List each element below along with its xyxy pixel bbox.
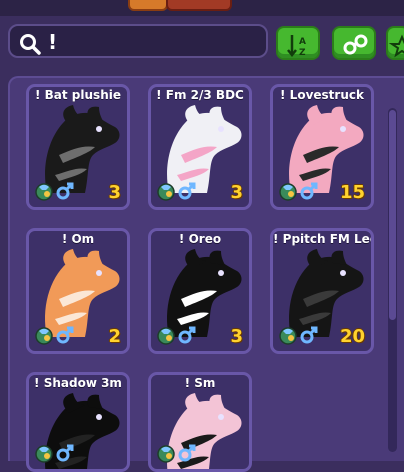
- star-icon: [388, 34, 404, 58]
- ride-potion-icon: [157, 327, 175, 345]
- male-gender-icon: [300, 182, 318, 200]
- pet-name: ! Fm 2/3 BDC: [156, 88, 244, 102]
- male-gender-icon: [300, 326, 318, 344]
- pet-card[interactable]: ! Oreo 3: [148, 228, 252, 354]
- link-button[interactable]: [332, 26, 376, 60]
- search-query: !: [48, 30, 58, 54]
- pet-name: ! Oreo: [178, 232, 222, 246]
- top-tab[interactable]: [128, 0, 168, 11]
- link-icon: [343, 34, 368, 55]
- pet-card[interactable]: ! Om 2: [26, 228, 130, 354]
- sort-button[interactable]: A Z: [276, 26, 320, 60]
- sort-az-icon: A Z: [287, 35, 306, 58]
- male-gender-icon: [178, 444, 196, 462]
- pet-count: 3: [108, 182, 121, 203]
- top-tab[interactable]: [166, 0, 232, 11]
- ride-potion-icon: [35, 445, 53, 463]
- svg-text:A: A: [299, 37, 306, 47]
- scrollbar[interactable]: [388, 108, 397, 452]
- pet-name: ! Lovestruck: [280, 88, 364, 102]
- pet-card[interactable]: ! Sm: [148, 372, 252, 472]
- ride-potion-icon: [157, 183, 175, 201]
- ride-potion-icon: [157, 445, 175, 463]
- pet-name: ! Shadow 3m: [34, 376, 122, 390]
- pet-count: 3: [230, 326, 243, 347]
- search-input[interactable]: !: [8, 24, 268, 58]
- pet-card[interactable]: ! Bat plushie 3: [26, 84, 130, 210]
- male-gender-icon: [56, 182, 74, 200]
- ride-potion-icon: [279, 327, 297, 345]
- svg-text:Z: Z: [299, 48, 306, 58]
- pet-count: 20: [339, 326, 365, 347]
- male-gender-icon: [178, 182, 196, 200]
- male-gender-icon: [56, 444, 74, 462]
- male-gender-icon: [178, 326, 196, 344]
- ride-potion-icon: [279, 183, 297, 201]
- pet-count: 3: [230, 182, 243, 203]
- pet-count: 2: [108, 326, 121, 347]
- male-gender-icon: [56, 326, 74, 344]
- pet-card[interactable]: ! Ppitch FM Lege 20: [270, 228, 374, 354]
- pet-name: ! Ppitch FM Lege: [273, 232, 371, 246]
- pet-name: ! Om: [61, 232, 95, 246]
- ride-potion-icon: [35, 183, 53, 201]
- scrollbar-thumb[interactable]: [389, 110, 396, 320]
- pet-card[interactable]: ! Lovestruck 15: [270, 84, 374, 210]
- pet-count: 15: [339, 182, 365, 203]
- favorite-button[interactable]: [386, 26, 404, 60]
- pet-name: ! Bat plushie: [35, 88, 121, 102]
- pet-card[interactable]: ! Fm 2/3 BDC 3: [148, 84, 252, 210]
- ride-potion-icon: [35, 327, 53, 345]
- pet-name: ! Sm: [184, 376, 216, 390]
- pet-card[interactable]: ! Shadow 3m: [26, 372, 130, 472]
- search-icon: [20, 34, 41, 55]
